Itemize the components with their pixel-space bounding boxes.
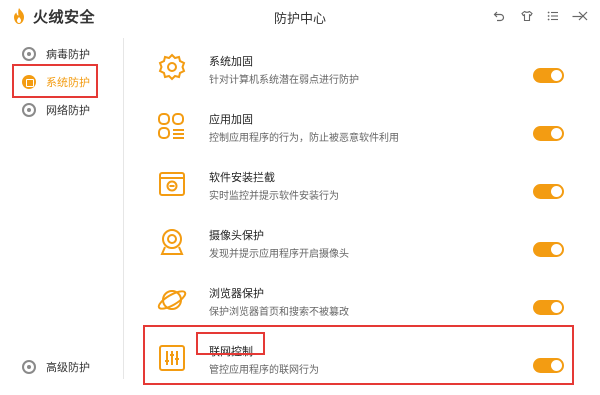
gear-shield-icon (158, 53, 186, 81)
sidebar-item-network[interactable]: 网络防护 (0, 96, 123, 124)
list-item-app-hardening[interactable]: 应用加固 控制应用程序的行为，防止被恶意软件利用 (148, 100, 578, 158)
install-block-icon (159, 172, 185, 196)
close-button[interactable] (573, 6, 593, 26)
advanced-icon (22, 360, 36, 374)
toggle-switch[interactable] (533, 184, 564, 199)
item-description: 控制应用程序的行为，防止被恶意软件利用 (209, 133, 399, 144)
apps-icon (158, 113, 184, 139)
shield-icon (22, 47, 36, 61)
toggle-switch[interactable] (533, 126, 564, 141)
toggle-switch[interactable] (533, 68, 564, 83)
toggle-switch[interactable] (533, 242, 564, 257)
camera-icon (160, 229, 184, 255)
list-item-system-hardening[interactable]: 系统加固 针对计算机系统潜在弱点进行防护 (148, 42, 578, 100)
sidebar-item-advanced[interactable]: 高级防护 (0, 353, 123, 381)
shirt-icon (521, 10, 533, 22)
list-item-browser-protection[interactable]: 浏览器保护 保护浏览器首页和搜索不被篡改 (148, 274, 578, 332)
flame-logo-icon (14, 8, 24, 24)
close-icon (578, 11, 588, 21)
browser-planet-icon (157, 290, 187, 310)
title-bar: 火绒安全 防护中心 (0, 0, 600, 32)
item-description: 实时监控并提示软件安装行为 (209, 191, 339, 202)
brand: 火绒安全 (10, 6, 95, 26)
item-title: 系统加固 (209, 55, 253, 68)
item-title: 浏览器保护 (209, 287, 264, 300)
back-button[interactable] (489, 6, 509, 26)
item-description: 发现并提示应用程序开启摄像头 (209, 249, 349, 260)
skin-button[interactable] (517, 6, 537, 26)
menu-icon (547, 11, 558, 21)
item-title: 应用加固 (209, 113, 253, 126)
sidebar-item-label: 病毒防护 (46, 48, 90, 61)
back-arrow-icon (493, 11, 505, 22)
menu-button[interactable] (543, 6, 563, 26)
toggle-switch[interactable] (533, 300, 564, 315)
item-title: 软件安装拦截 (209, 171, 275, 184)
highlight-box-network-title (196, 332, 265, 355)
sidebar-item-label: 高级防护 (46, 361, 90, 374)
item-description: 保护浏览器首页和搜索不被篡改 (209, 307, 349, 318)
brand-name: 火绒安全 (33, 7, 96, 26)
globe-icon (22, 103, 36, 117)
sidebar-item-label: 网络防护 (46, 104, 90, 117)
highlight-box-sidebar (12, 64, 98, 98)
item-title: 摄像头保护 (209, 229, 264, 242)
list-item-camera-protection[interactable]: 摄像头保护 发现并提示应用程序开启摄像头 (148, 216, 578, 274)
item-description: 针对计算机系统潜在弱点进行防护 (209, 75, 359, 86)
list-item-install-block[interactable]: 软件安装拦截 实时监控并提示软件安装行为 (148, 158, 578, 216)
